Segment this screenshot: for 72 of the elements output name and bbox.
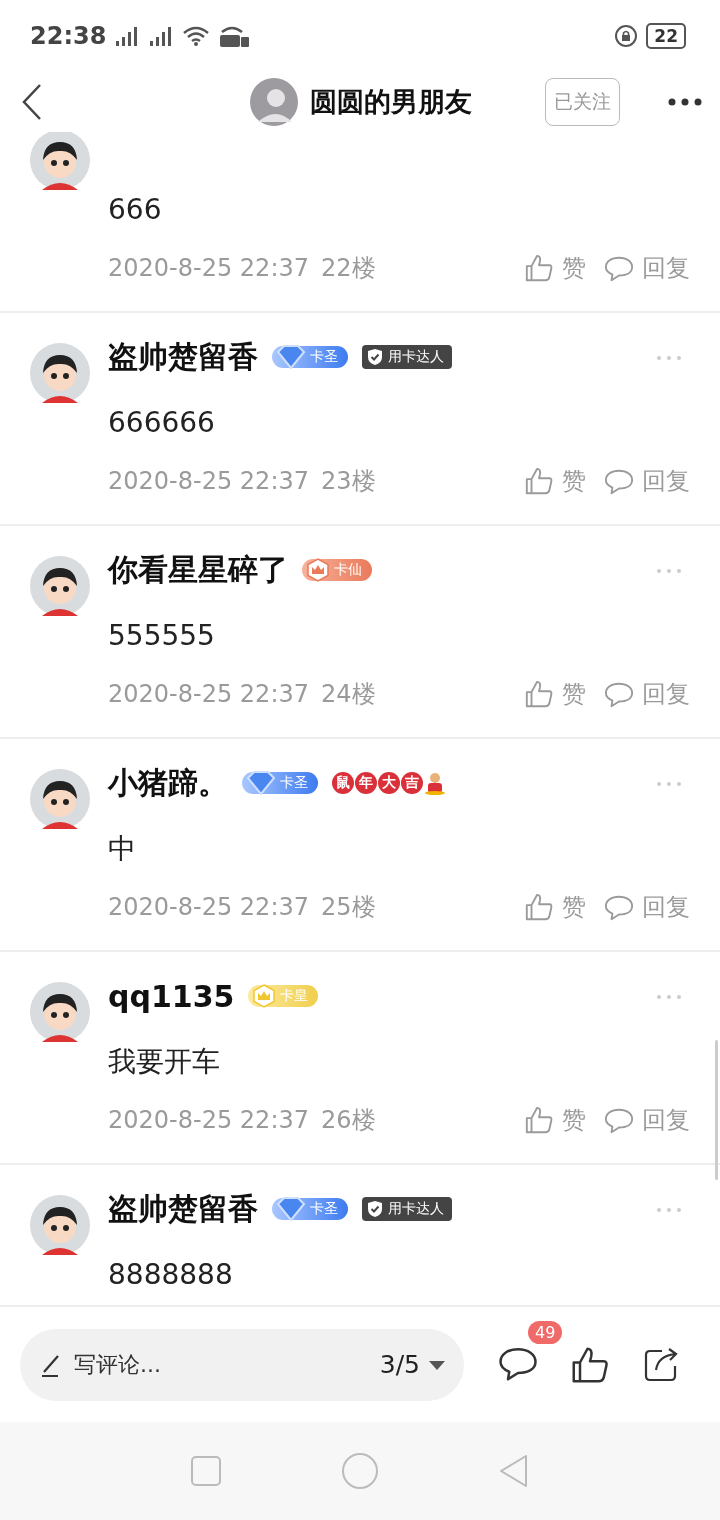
- user-name[interactable]: 盗帅楚留香: [108, 336, 258, 378]
- diamond-icon: [246, 771, 276, 795]
- thumbs-up-icon[interactable]: [524, 1105, 554, 1135]
- level-badge: 卡仙: [302, 559, 372, 581]
- user-name[interactable]: 小猪蹄。: [108, 762, 228, 804]
- shield-icon: [366, 1200, 384, 1218]
- like-link[interactable]: 赞: [562, 252, 586, 284]
- count-badge: 49: [528, 1320, 563, 1344]
- timestamp: 2020-8-25 22:37: [108, 680, 309, 708]
- level-badge: 用卡达人: [362, 1197, 452, 1221]
- diamond-icon: [276, 345, 306, 369]
- avatar-icon[interactable]: [30, 556, 90, 616]
- level-badge: 卡圣: [272, 1198, 348, 1220]
- floor-number: 24楼: [321, 679, 376, 710]
- comment-text: 中: [108, 831, 137, 867]
- floor-number: 25楼: [321, 892, 376, 923]
- more-icon[interactable]: [668, 98, 702, 106]
- thumbs-up-icon[interactable]: [524, 679, 554, 709]
- avatar-icon[interactable]: [30, 1195, 90, 1255]
- floor-number: 23楼: [321, 466, 376, 497]
- level-badge: 卡圣: [272, 346, 348, 368]
- comment-text: 我要开车: [108, 1044, 221, 1080]
- festival-badge: 鼠年大吉: [332, 772, 446, 794]
- header-title: 圆圆的男朋友: [309, 85, 472, 119]
- reply-link[interactable]: 回复: [642, 252, 690, 284]
- comment-text: 8888888: [108, 1257, 234, 1293]
- reply-link[interactable]: 回复: [642, 678, 690, 710]
- floor-number: 26楼: [321, 1105, 376, 1136]
- thumbs-up-icon[interactable]: [524, 892, 554, 922]
- avatar-icon[interactable]: [30, 982, 90, 1042]
- like-link[interactable]: 赞: [562, 891, 586, 923]
- battery-level: 22: [646, 23, 686, 49]
- avatar-icon[interactable]: [30, 132, 90, 190]
- timestamp: 2020-8-25 22:37: [108, 467, 309, 495]
- hd-call-icon: [218, 24, 251, 48]
- crown-icon: [306, 558, 330, 582]
- user-name[interactable]: 你看星星碎了: [108, 549, 288, 591]
- timestamp: 2020-8-25 22:37: [108, 1106, 309, 1134]
- avatar-icon[interactable]: [30, 769, 90, 829]
- comment-text: 666: [108, 192, 163, 228]
- like-link[interactable]: 赞: [562, 465, 586, 497]
- diamond-icon: [276, 1197, 306, 1221]
- thumbs-up-icon[interactable]: [524, 466, 554, 496]
- comment-text: 555555: [108, 618, 216, 654]
- reply-link[interactable]: 回复: [642, 891, 690, 923]
- home-nav-icon[interactable]: [341, 1452, 379, 1490]
- floor-number: 22楼: [321, 253, 376, 284]
- comment-text: 666666: [108, 405, 216, 441]
- caret-icon[interactable]: [428, 1358, 446, 1371]
- timestamp: 2020-8-25 22:37: [108, 254, 309, 282]
- thumbs-up-icon[interactable]: [524, 253, 554, 283]
- reply-link[interactable]: 回复: [642, 465, 690, 497]
- status-time: 22:38: [30, 22, 107, 50]
- shield-icon: [366, 348, 384, 366]
- share-icon[interactable]: [642, 1345, 680, 1384]
- level-badge: 卡圣: [242, 772, 318, 794]
- wifi-icon: [182, 25, 211, 47]
- avatar-icon[interactable]: [30, 343, 90, 403]
- level-badge: 卡皇: [248, 985, 319, 1007]
- page-indicator[interactable]: 3/5: [379, 1350, 420, 1379]
- level-badge: 用卡达人: [362, 345, 452, 369]
- like-link[interactable]: 赞: [562, 678, 586, 710]
- reply-link[interactable]: 回复: [642, 1104, 690, 1136]
- timestamp: 2020-8-25 22:37: [108, 893, 309, 921]
- rotation-lock-icon: [614, 24, 639, 48]
- user-name[interactable]: 盗帅楚留香: [108, 1188, 258, 1230]
- like-link[interactable]: 赞: [562, 1104, 586, 1136]
- user-name[interactable]: qq1135: [108, 978, 235, 1014]
- square-nav-icon[interactable]: [189, 1455, 222, 1487]
- follow-button[interactable]: 已关注: [545, 78, 620, 126]
- crown-icon: [252, 984, 277, 1008]
- comment-field[interactable]: 写评论... 3/5: [20, 1328, 464, 1401]
